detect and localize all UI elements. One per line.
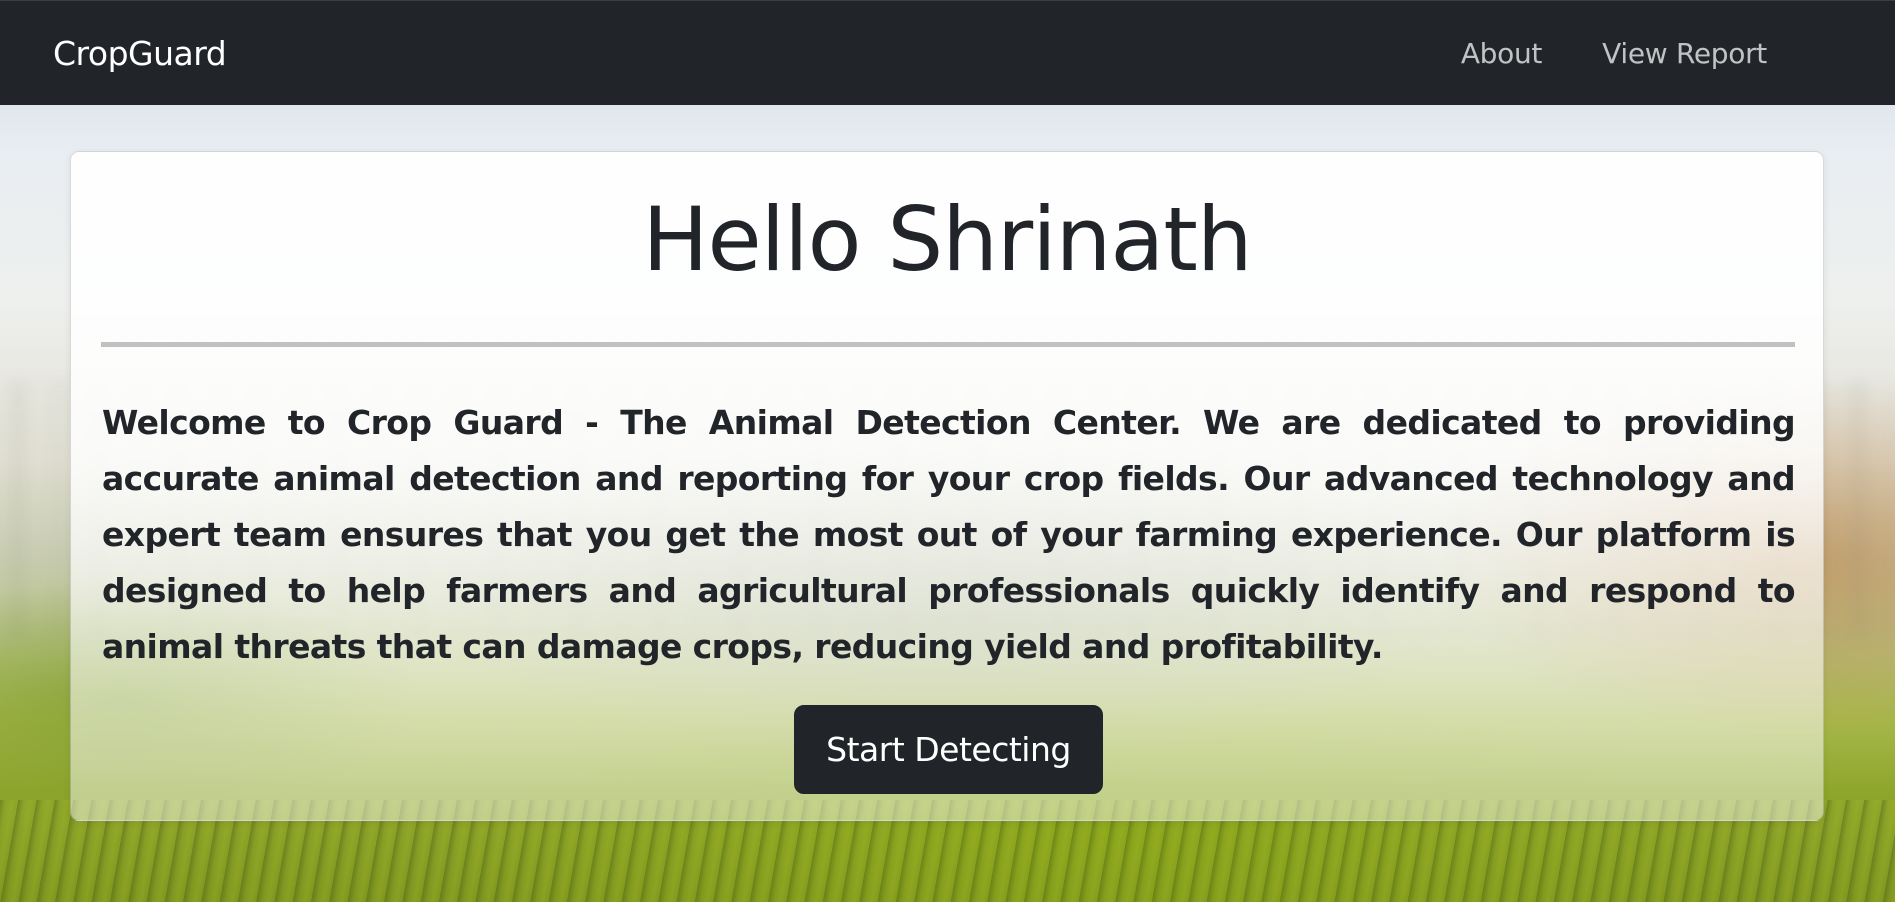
page: CropGuard About View Report Hello Shrina… (0, 0, 1895, 902)
navbar: CropGuard About View Report (0, 0, 1895, 105)
nav-links: About View Report (1461, 37, 1767, 70)
brand-logo[interactable]: CropGuard (53, 34, 227, 73)
divider (101, 342, 1795, 347)
nav-link-view-report[interactable]: View Report (1602, 37, 1767, 70)
start-detecting-button[interactable]: Start Detecting (794, 705, 1103, 794)
welcome-description: Welcome to Crop Guard - The Animal Detec… (102, 403, 1796, 666)
greeting-title: Hello Shrinath (642, 188, 1252, 291)
welcome-card: Hello Shrinath Welcome to Crop Guard - T… (70, 151, 1824, 821)
nav-link-about[interactable]: About (1461, 37, 1543, 70)
